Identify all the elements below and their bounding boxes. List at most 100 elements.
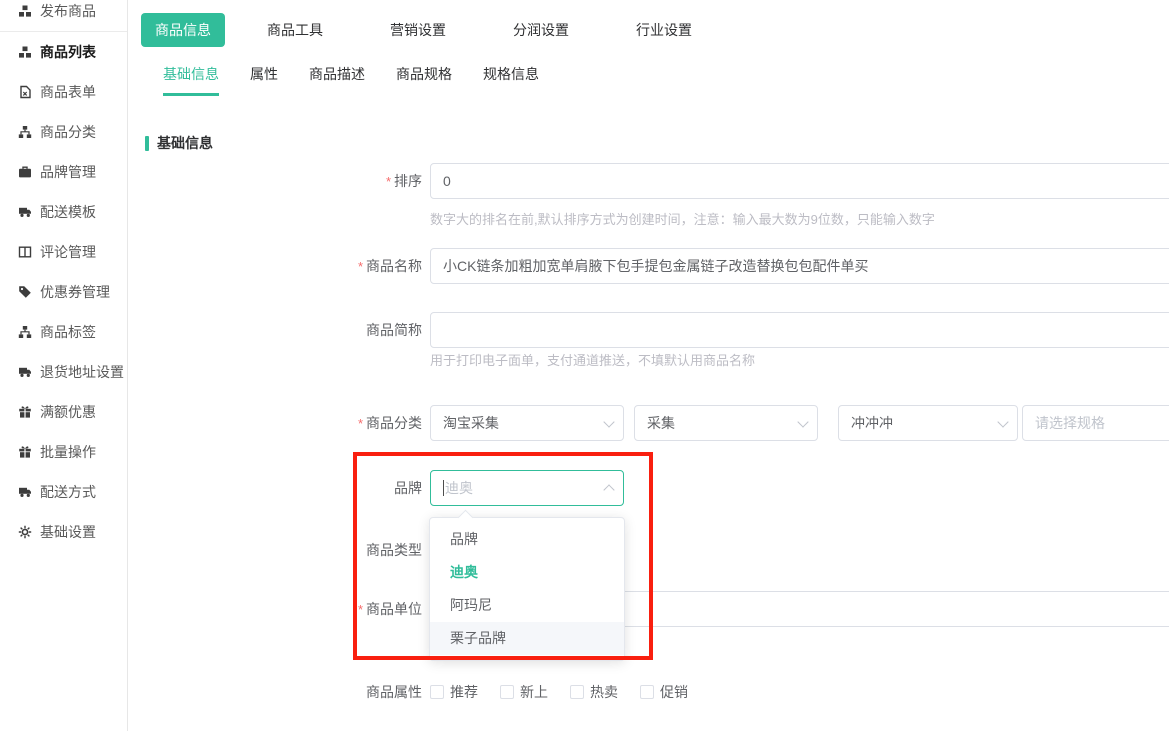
sidebar-item-14[interactable]: 基础设置	[0, 512, 127, 552]
brand-select[interactable]: 迪奥	[430, 470, 624, 506]
columns-icon	[18, 245, 32, 259]
category-select-1[interactable]: 淘宝采集	[430, 405, 624, 441]
tab-4[interactable]: 分润设置	[513, 20, 569, 40]
gear-icon	[18, 525, 32, 539]
brand-option-1[interactable]: 品牌	[430, 523, 624, 556]
category-select-value: 淘宝采集	[443, 413, 499, 433]
short-name-row: 商品简称	[128, 312, 1169, 348]
sidebar-item-4[interactable]: 商品分类	[0, 112, 127, 152]
truck-icon	[18, 485, 32, 499]
required-asterisk: *	[358, 602, 363, 617]
product-name-label: *商品名称	[128, 248, 430, 285]
chevron-up-icon	[603, 484, 614, 495]
sort-row: *排序 0	[128, 163, 1169, 200]
short-name-help-text: 用于打印电子面单，支付通道推送，不填默认用商品名称	[430, 350, 755, 369]
sidebar-item-10[interactable]: 退货地址设置	[0, 352, 127, 392]
checkbox-icon	[500, 685, 514, 699]
attribute-checkbox-group: 推荐 新上 热卖 促销	[430, 682, 688, 702]
sort-help-text: 数字大的排名在前,默认排序方式为创建时间，注意：输入最大数为9位数，只能输入数字	[430, 209, 935, 228]
chevron-down-icon	[603, 416, 614, 427]
sub-tabs: 基础信息属性商品描述商品规格规格信息	[163, 64, 539, 96]
product-name-input[interactable]: 小CK链条加粗加宽单肩腋下包手提包金属链子改造替换包包配件单买	[430, 248, 1169, 284]
sidebar-item-label: 批量操作	[40, 442, 96, 462]
sidebar-item-3[interactable]: 商品表单	[0, 72, 127, 112]
checkbox-label: 促销	[660, 682, 688, 702]
category-selects: 淘宝采集 采集冲冲冲请选择规格	[430, 405, 1169, 441]
truck-icon	[18, 205, 32, 219]
tab-5[interactable]: 行业设置	[636, 20, 692, 40]
sidebar-item-label: 评论管理	[40, 242, 96, 262]
category-label: *商品分类	[128, 405, 430, 442]
main-content: 商品信息商品工具营销设置分润设置行业设置 基础信息属性商品描述商品规格规格信息 …	[128, 0, 1169, 731]
checkbox-label: 热卖	[590, 682, 618, 702]
checkbox-label: 新上	[520, 682, 548, 702]
attribute-checkbox-2[interactable]: 新上	[500, 682, 548, 702]
sidebar-item-label: 商品表单	[40, 82, 96, 102]
sidebar-item-13[interactable]: 配送方式	[0, 472, 127, 512]
checkbox-icon	[430, 685, 444, 699]
sidebar-item-1[interactable]: 发布商品	[0, 0, 127, 31]
cubes-icon	[18, 4, 32, 18]
subtab-2[interactable]: 属性	[250, 64, 278, 96]
tags-icon	[18, 285, 32, 299]
sitemap-icon	[18, 125, 32, 139]
subtab-4[interactable]: 商品规格	[396, 64, 452, 96]
cubes-icon	[18, 45, 32, 59]
section-accent-bar	[145, 136, 149, 151]
short-name-input[interactable]	[430, 312, 1169, 348]
sidebar-item-12[interactable]: 批量操作	[0, 432, 127, 472]
checkbox-icon	[570, 685, 584, 699]
gift-icon	[18, 445, 32, 459]
sidebar-item-2[interactable]: 商品列表	[0, 32, 127, 72]
sort-value: 0	[443, 173, 451, 189]
category-select-3[interactable]: 冲冲冲	[838, 405, 1018, 441]
attribute-checkbox-4[interactable]: 促销	[640, 682, 688, 702]
attribute-checkbox-3[interactable]: 热卖	[570, 682, 618, 702]
brand-placeholder: 迪奥	[445, 478, 473, 498]
brand-option-2[interactable]: 迪奥	[430, 556, 624, 589]
tab-2[interactable]: 商品工具	[267, 20, 323, 40]
brand-dropdown-panel: 品牌迪奥阿玛尼栗子品牌	[429, 517, 625, 661]
required-asterisk: *	[358, 259, 363, 274]
sidebar-item-label: 商品标签	[40, 322, 96, 342]
subtab-5[interactable]: 规格信息	[483, 64, 539, 96]
sidebar-item-label: 配送方式	[40, 482, 96, 502]
brand-option-4[interactable]: 栗子品牌	[430, 622, 624, 655]
product-type-row: 商品类型	[128, 540, 1169, 560]
required-asterisk: *	[358, 416, 363, 431]
brand-option-3[interactable]: 阿玛尼	[430, 589, 624, 622]
short-name-label: 商品简称	[128, 312, 430, 348]
subtab-3[interactable]: 商品描述	[309, 64, 365, 96]
sidebar-item-label: 商品分类	[40, 122, 96, 142]
attribute-checkbox-1[interactable]: 推荐	[430, 682, 478, 702]
brand-dropdown-options: 品牌迪奥阿玛尼栗子品牌	[430, 523, 624, 655]
section-title: 基础信息	[157, 133, 213, 153]
tab-3[interactable]: 营销设置	[390, 20, 446, 40]
sidebar-item-11[interactable]: 满额优惠	[0, 392, 127, 432]
truck-icon	[18, 365, 32, 379]
subtab-1[interactable]: 基础信息	[163, 64, 219, 96]
text-cursor	[443, 480, 444, 496]
sidebar-item-label: 优惠券管理	[40, 282, 110, 302]
sidebar-item-7[interactable]: 评论管理	[0, 232, 127, 272]
sidebar-item-label: 基础设置	[40, 522, 96, 542]
product-name-row: *商品名称 小CK链条加粗加宽单肩腋下包手提包金属链子改造替换包包配件单买	[128, 248, 1169, 285]
sidebar-item-label: 发布商品	[40, 1, 96, 21]
sort-label: *排序	[128, 163, 430, 200]
sidebar-item-label: 品牌管理	[40, 162, 96, 182]
category-select-4[interactable]: 请选择规格	[1022, 405, 1169, 441]
checkbox-label: 推荐	[450, 682, 478, 702]
sidebar-item-5[interactable]: 品牌管理	[0, 152, 127, 192]
chevron-down-icon	[797, 416, 808, 427]
tab-1[interactable]: 商品信息	[141, 13, 225, 47]
gift-icon	[18, 405, 32, 419]
product-type-label: 商品类型	[128, 540, 430, 560]
sidebar-item-9[interactable]: 商品标签	[0, 312, 127, 352]
chevron-down-icon	[997, 416, 1008, 427]
category-select-2[interactable]: 采集	[634, 405, 818, 441]
sidebar-item-6[interactable]: 配送模板	[0, 192, 127, 232]
product-unit-label: *商品单位	[128, 591, 430, 628]
sidebar-item-8[interactable]: 优惠券管理	[0, 272, 127, 312]
sort-input[interactable]: 0	[430, 163, 1169, 199]
form-icon	[18, 85, 32, 99]
